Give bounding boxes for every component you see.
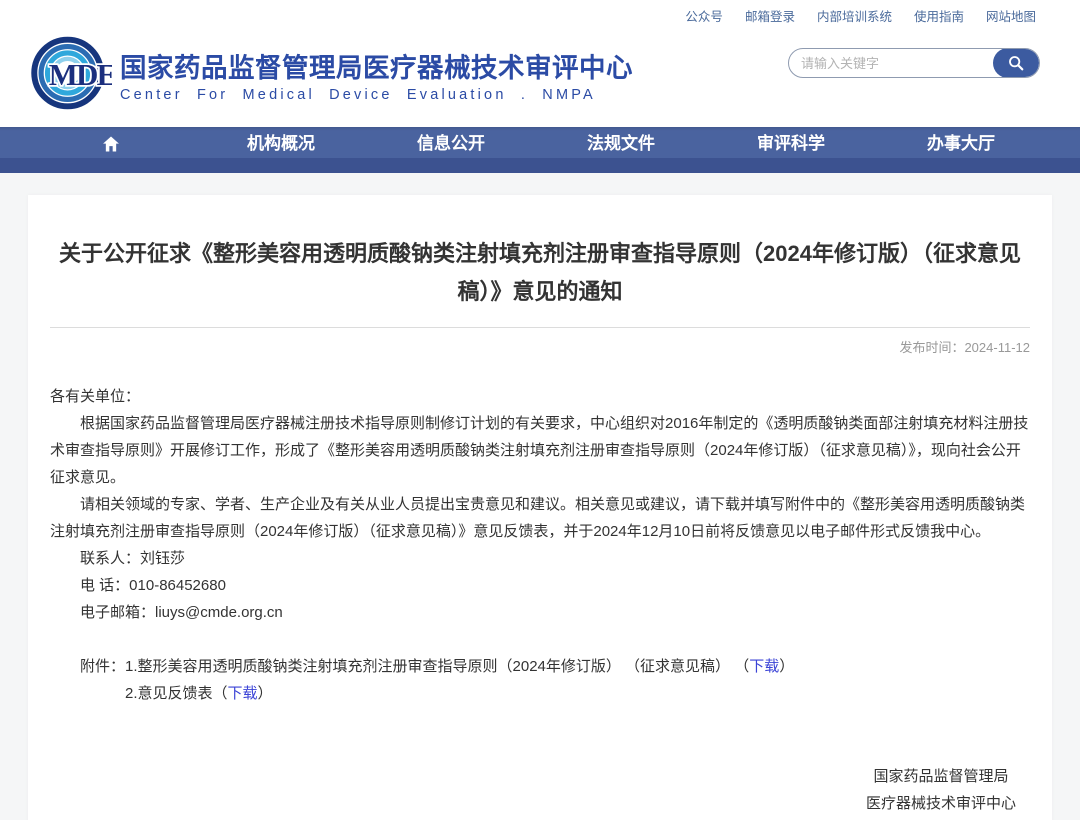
title-divider: [50, 327, 1030, 328]
topbar-link-user-guide[interactable]: 使用指南: [914, 6, 964, 25]
site-logo[interactable]: MDE 国家药品监督管理局医疗器械技术审评中心 Center For Medic…: [30, 30, 633, 114]
nav-item-service-hall[interactable]: 办事大厅: [876, 127, 1046, 160]
logo-acronym-text: MDE: [49, 58, 112, 92]
nav-list: 机构概况 信息公开 法规文件 审评科学 办事大厅: [0, 127, 1050, 160]
topbar-link-sitemap[interactable]: 网站地图: [986, 6, 1036, 25]
search-icon: [1007, 54, 1025, 72]
attachment-2-paren-open: （: [213, 685, 228, 702]
contact-name-line: 联系人：刘钰莎: [50, 545, 1030, 572]
attachment-2-paren-close: ）: [258, 685, 273, 702]
search-box: [788, 48, 1040, 78]
paragraph-2: 请相关领域的专家、学者、生产企业及有关从业人员提出宝贵意见和建议。相关意见或建议…: [50, 491, 1030, 545]
signature-org-2: 医疗器械技术审评中心: [866, 790, 1016, 817]
nav-item-about[interactable]: 机构概况: [196, 127, 366, 160]
topbar-link-wechat[interactable]: 公众号: [685, 6, 723, 25]
nav-item-info-disclosure[interactable]: 信息公开: [366, 127, 536, 160]
attachment-1-paren-open: （: [734, 658, 749, 675]
attachment-2-download-link[interactable]: 下载: [228, 685, 258, 702]
logo-text-block: 国家药品监督管理局医疗器械技术审评中心 Center For Medical D…: [120, 52, 633, 103]
attachment-line-1: 附件：1.整形美容用透明质酸钠类注射填充剂注册审查指导原则（2024年修订版） …: [50, 653, 1030, 680]
nav-item-regulations[interactable]: 法规文件: [536, 127, 706, 160]
search-input[interactable]: [789, 56, 993, 71]
nav-item-home[interactable]: [26, 127, 196, 160]
topbar-link-mail-login[interactable]: 邮箱登录: [745, 6, 795, 25]
article-body: 各有关单位： 根据国家药品监督管理局医疗器械注册技术指导原则制修订计划的有关要求…: [50, 383, 1030, 820]
contact-phone-line: 电 话：010-86452680: [50, 572, 1030, 599]
attachment-line-2: 2.意见反馈表（下载）: [50, 680, 1030, 707]
publish-date: 发布时间：2024-11-12: [50, 337, 1030, 356]
paragraph-1: 根据国家药品监督管理局医疗器械注册技术指导原则制修订计划的有关要求，中心组织对2…: [50, 410, 1030, 491]
org-name-cn: 国家药品监督管理局医疗器械技术审评中心: [120, 52, 633, 84]
top-utility-bar: 公众号 邮箱登录 内部培训系统 使用指南 网站地图: [0, 0, 1080, 30]
cmde-logo-icon: MDE: [30, 32, 112, 114]
home-icon: [101, 134, 121, 154]
attachment-2-text: 2.意见反馈表: [125, 685, 213, 702]
org-name-en: Center For Medical Device Evaluation . N…: [120, 87, 633, 103]
signature-org-1: 国家药品监督管理局: [866, 763, 1016, 790]
search-button[interactable]: [993, 48, 1039, 78]
content-area: 关于公开征求《整形美容用透明质酸钠类注射填充剂注册审查指导原则（2024年修订版…: [0, 173, 1080, 820]
main-nav: 机构概况 信息公开 法规文件 审评科学 办事大厅: [0, 127, 1080, 173]
attachment-1-paren-close: ）: [779, 658, 794, 675]
article-card: 关于公开征求《整形美容用透明质酸钠类注射填充剂注册审查指导原则（2024年修订版…: [28, 195, 1052, 820]
attachment-1-download-link[interactable]: 下载: [749, 658, 779, 675]
topbar-link-training-system[interactable]: 内部培训系统: [817, 6, 892, 25]
attachment-1-text: 附件：1.整形美容用透明质酸钠类注射填充剂注册审查指导原则（2024年修订版） …: [80, 658, 734, 675]
article-title: 关于公开征求《整形美容用透明质酸钠类注射填充剂注册审查指导原则（2024年修订版…: [50, 235, 1030, 311]
nav-item-review-science[interactable]: 审评科学: [706, 127, 876, 160]
page: 公众号 邮箱登录 内部培训系统 使用指南 网站地图 MDE 国家药品监督管理局医…: [0, 0, 1080, 820]
contact-email-line: 电子邮箱：liuys@cmde.org.cn: [50, 599, 1030, 626]
signature-block: 国家药品监督管理局 医疗器械技术审评中心 2024年11月11日: [866, 763, 1016, 820]
site-header: MDE 国家药品监督管理局医疗器械技术审评中心 Center For Medic…: [0, 30, 1080, 127]
greeting-line: 各有关单位：: [50, 383, 1030, 410]
